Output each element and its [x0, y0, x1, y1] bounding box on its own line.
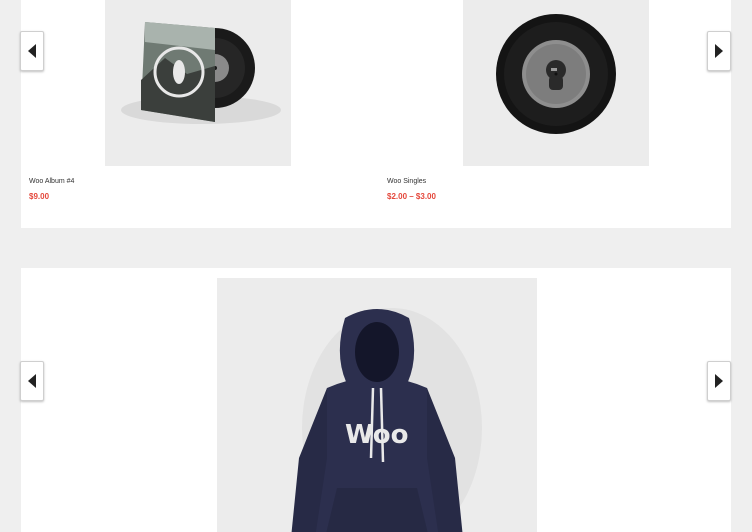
product-image[interactable] — [105, 0, 291, 166]
hoodie-icon — [291, 308, 482, 532]
carousel-prev-button[interactable] — [20, 361, 44, 401]
arrow-left-icon — [28, 44, 36, 58]
hoodie-print-text: Woo — [345, 420, 409, 450]
product-carousel-bottom: Woo — [21, 268, 731, 532]
arrow-right-icon — [715, 44, 723, 58]
vinyl-album-icon — [121, 22, 281, 124]
product-title[interactable]: Woo Singles — [387, 178, 426, 185]
product-price: $9.00 — [29, 192, 50, 201]
arrow-left-icon — [28, 374, 36, 388]
product-title[interactable]: Woo Album #4 — [29, 178, 74, 185]
product-price: $2.00 – $3.00 — [387, 192, 436, 201]
page: Woo Album #4 $9.00 Woo Singles $2.00 – $ — [0, 0, 752, 532]
carousel-prev-button[interactable] — [20, 31, 44, 71]
product-carousel-top: Woo Album #4 $9.00 Woo Singles $2.00 – $ — [21, 0, 731, 228]
vinyl-single-icon — [496, 14, 616, 134]
arrow-right-icon — [715, 374, 723, 388]
product-image[interactable]: Woo — [217, 278, 537, 532]
carousel-next-button[interactable] — [707, 31, 731, 71]
product-image[interactable] — [463, 0, 649, 166]
carousel-next-button[interactable] — [707, 361, 731, 401]
